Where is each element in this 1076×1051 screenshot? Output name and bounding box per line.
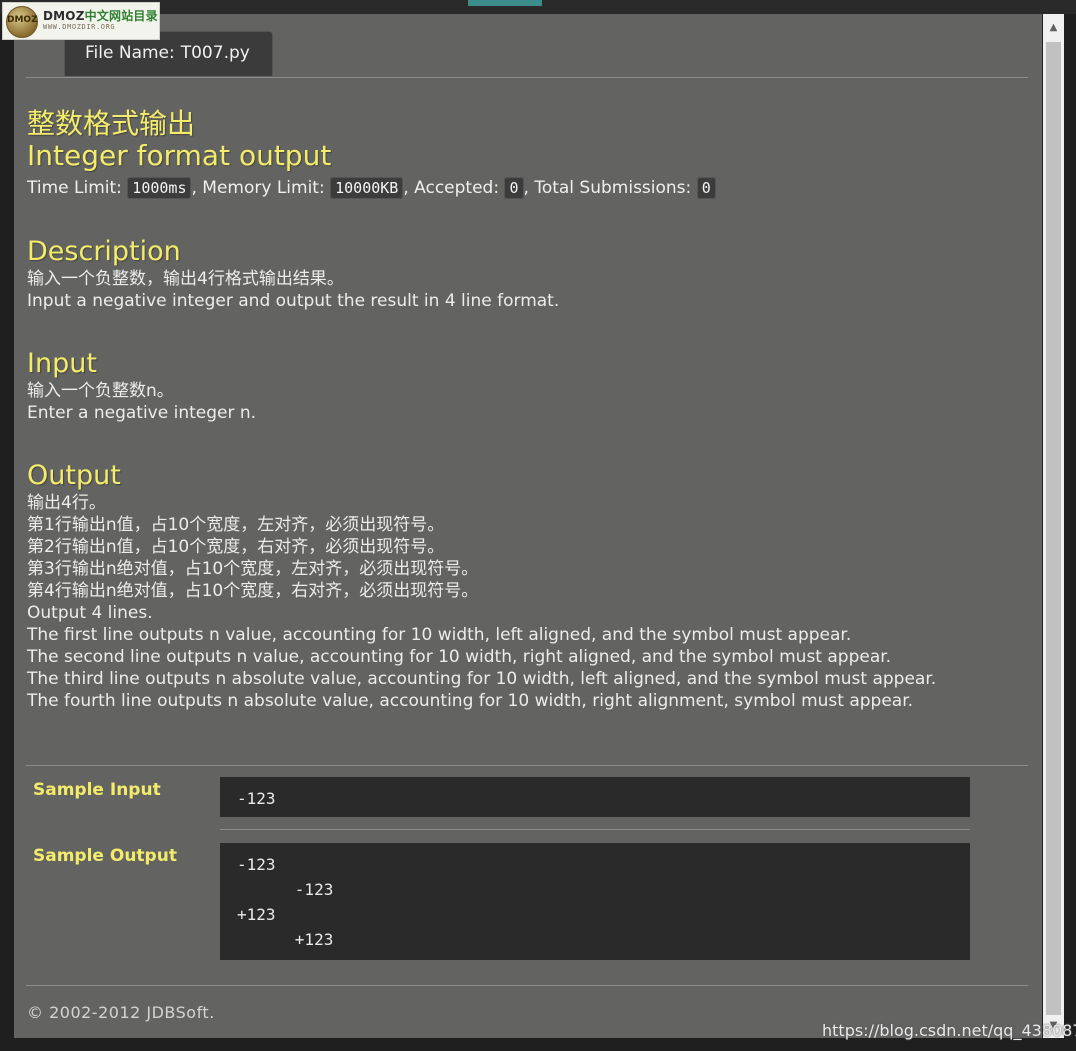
output-text: 输出4行。 第1行输出n值，占10个宽度，左对齐，必须出现符号。 第2行输出n值… [27, 493, 937, 711]
input-heading: Input [27, 348, 97, 379]
sample-input-label: Sample Input [33, 780, 161, 800]
memory-limit-label: , Memory Limit: [191, 178, 325, 198]
logo-title: DMOZ中文网站目录 [43, 9, 158, 23]
globe-icon: DMOZ [6, 6, 38, 38]
accepted-label: , Accepted: [403, 178, 500, 198]
description-heading: Description [27, 236, 181, 267]
problem-title-en: Integer format output [27, 139, 332, 172]
tab-filename: T007.py [180, 43, 250, 63]
dmoz-logo[interactable]: DMOZ DMOZ中文网站目录 WWW.DMOZDIR.ORG [2, 2, 160, 40]
input-text: 输入一个负整数n。 Enter a negative integer n. [27, 381, 257, 423]
scrollbar-thumb[interactable] [1046, 42, 1061, 1015]
top-strip-accent [468, 0, 542, 6]
tab-divider [26, 77, 1028, 78]
time-limit-value: 1000ms [127, 177, 192, 199]
logo-url: WWW.DMOZDIR.ORG [43, 23, 116, 31]
footer-divider [26, 985, 1028, 986]
output-heading: Output [27, 460, 121, 491]
top-strip [0, 0, 1076, 14]
description-text: 输入一个负整数，输出4行格式输出结果。 Input a negative int… [27, 269, 560, 311]
scroll-up-arrow-icon[interactable]: ▲ [1043, 16, 1064, 40]
samples-mid-divider [220, 829, 970, 830]
sample-input-box: -123 [220, 777, 970, 817]
problem-content: 整数格式输出 Integer format output Time Limit:… [27, 108, 1027, 712]
samples-top-divider [26, 765, 1028, 766]
memory-limit-value: 10000KB [330, 177, 404, 199]
tab-label: File Name: [85, 43, 175, 63]
time-limit-label: Time Limit: [27, 178, 122, 198]
accepted-value: 0 [504, 177, 524, 199]
csdn-watermark: https://blog.csdn.net/qq_43808700 [822, 1021, 1076, 1040]
sample-output-box: -123 -123 +123 +123 [220, 843, 970, 960]
problem-window: File Name: T007.py 整数格式输出 Integer format … [14, 14, 1042, 1038]
problem-title-cn: 整数格式输出 [27, 107, 196, 140]
total-submissions-value: 0 [696, 177, 716, 199]
total-submissions-label: , Total Submissions: [523, 178, 692, 198]
problem-limits: Time Limit: 1000ms, Memory Limit: 10000K… [27, 176, 1027, 200]
footer-copyright: © 2002-2012 JDBSoft. [27, 1003, 215, 1022]
sample-output-label: Sample Output [33, 846, 177, 866]
